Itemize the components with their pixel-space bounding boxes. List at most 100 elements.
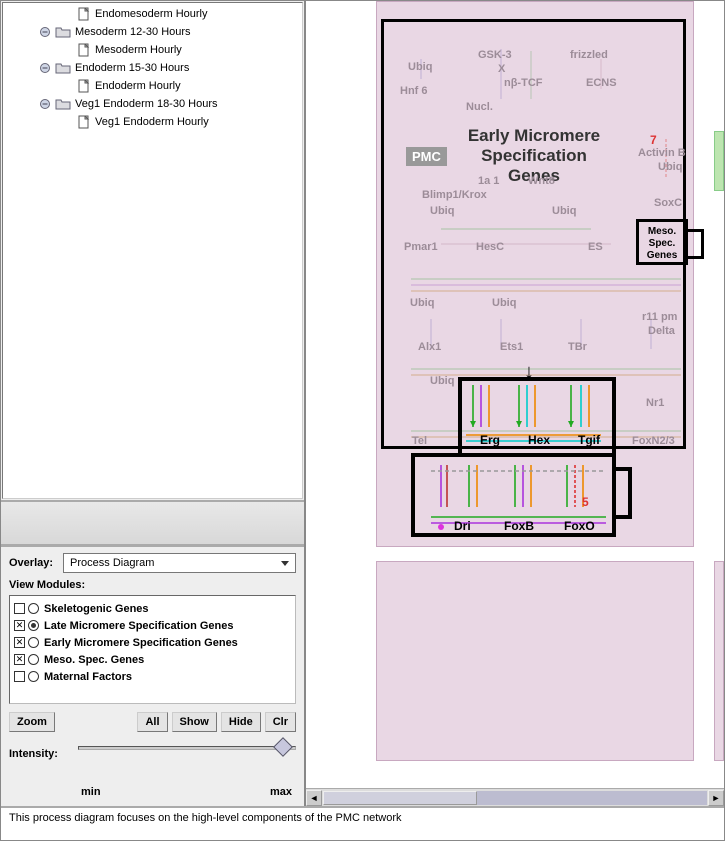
gene-soxc: SoxC — [654, 197, 682, 209]
module-row-early-micromere[interactable]: Early Micromere Specification Genes — [14, 634, 291, 651]
tree-folder-veg1-endoderm[interactable]: Veg1 Endoderm 18-30 Hours — [5, 95, 300, 113]
gene-tbr: TBr — [568, 341, 587, 353]
tree-label: Endoderm 15-30 Hours — [75, 62, 189, 74]
tree-label: Mesoderm Hourly — [95, 44, 182, 56]
meso-spec-box: Meso. Spec. Genes — [636, 219, 688, 265]
toggle-expanded-icon[interactable] — [39, 26, 51, 38]
tree-folder-endoderm[interactable]: Endoderm 15-30 Hours — [5, 59, 300, 77]
diagram-canvas[interactable]: PMC Early Micromere Specification Genes … — [306, 1, 724, 788]
meso-hook — [688, 229, 704, 259]
gene-ecns: ECNS — [586, 77, 617, 89]
button-row: Zoom All Show Hide Clr — [9, 712, 296, 732]
toggle-expanded-icon[interactable] — [39, 98, 51, 110]
gene-gsk3: GSK-3 — [478, 49, 512, 61]
gene-foxn23: FoxN2/3 — [632, 435, 675, 447]
overlay-label: Overlay: — [9, 557, 53, 569]
hide-button[interactable]: Hide — [221, 712, 261, 732]
meso-l2: Spec. — [639, 238, 685, 250]
checkbox[interactable] — [14, 603, 25, 614]
scroll-left-icon[interactable]: ◄ — [306, 790, 322, 806]
folder-icon — [55, 61, 71, 75]
scroll-right-icon[interactable]: ► — [708, 790, 724, 806]
slider-minmax: min max — [9, 786, 296, 798]
tree-leaf-mesoderm-hourly[interactable]: Mesoderm Hourly — [5, 41, 300, 59]
radio[interactable] — [28, 637, 39, 648]
gene-nbtcf: nβ-TCF — [504, 77, 542, 89]
module-label: Early Micromere Specification Genes — [44, 637, 238, 649]
gene-ubiq: Ubiq — [552, 205, 576, 217]
chevron-down-icon — [281, 561, 289, 566]
overlay-row: Overlay: Process Diagram — [9, 553, 296, 573]
toggle-expanded-icon[interactable] — [39, 62, 51, 74]
folder-icon — [55, 97, 71, 111]
focus-hook — [616, 467, 632, 519]
gene-hnf6: Hnf 6 — [400, 85, 428, 97]
tree-label: Mesoderm 12-30 Hours — [75, 26, 191, 38]
diagram-region-right-pink — [714, 561, 724, 761]
checkbox-checked[interactable] — [14, 620, 25, 631]
gene-ets1: Ets1 — [500, 341, 523, 353]
gene-wnt8: Wnt8 — [528, 175, 555, 187]
module-label: Meso. Spec. Genes — [44, 654, 144, 666]
clr-button[interactable]: Clr — [265, 712, 296, 732]
tree-leaf-veg1-endoderm-hourly[interactable]: Veg1 Endoderm Hourly — [5, 113, 300, 131]
gene-tel: Tel — [412, 435, 427, 447]
tree-folder-mesoderm[interactable]: Mesoderm 12-30 Hours — [5, 23, 300, 41]
overlay-value: Process Diagram — [70, 557, 154, 569]
gene-es: ES — [588, 241, 603, 253]
gene-erg: Erg — [480, 433, 500, 447]
gene-nr1: Nr1 — [646, 397, 664, 409]
radio[interactable] — [28, 671, 39, 682]
slider-thumb[interactable] — [273, 737, 293, 757]
gene-ubiq: Ubiq — [492, 297, 516, 309]
checkbox-checked[interactable] — [14, 654, 25, 665]
tree-label: Veg1 Endoderm 18-30 Hours — [75, 98, 217, 110]
slider-track — [78, 746, 296, 750]
intensity-label: Intensity: — [9, 748, 58, 760]
diagram-title-l2: Specification — [404, 146, 664, 166]
gene-hesc: HesC — [476, 241, 504, 253]
tree-view[interactable]: Endomesoderm Hourly Mesoderm 12-30 Hours — [2, 2, 303, 499]
tree-leaf-endoderm-hourly[interactable]: Endoderm Hourly — [5, 77, 300, 95]
view-modules-label: View Modules: — [9, 579, 286, 591]
diagram-title-l1: Early Micromere — [404, 126, 664, 146]
module-row-skeletogenic[interactable]: Skeletogenic Genes — [14, 600, 291, 617]
scroll-thumb[interactable] — [323, 791, 477, 805]
gene-ubiq: Ubiq — [408, 61, 432, 73]
tree-leaf-endomesoderm-hourly[interactable]: Endomesoderm Hourly — [5, 5, 300, 23]
scroll-track[interactable] — [323, 791, 707, 805]
diagram-red-label-7: 7 — [650, 133, 657, 147]
radio[interactable] — [28, 654, 39, 665]
status-bar: This process diagram focuses on the high… — [1, 806, 724, 840]
checkbox[interactable] — [14, 671, 25, 682]
meso-l3: Genes — [639, 250, 685, 262]
zoom-button[interactable]: Zoom — [9, 712, 55, 732]
main-row: Endomesoderm Hourly Mesoderm 12-30 Hours — [1, 1, 724, 806]
intensity-slider[interactable] — [78, 740, 296, 768]
show-button[interactable]: Show — [172, 712, 217, 732]
module-row-late-micromere[interactable]: Late Micromere Specification Genes — [14, 617, 291, 634]
modules-listbox[interactable]: Skeletogenic Genes Late Micromere Specif… — [9, 595, 296, 704]
gene-frizzled: frizzled — [570, 49, 608, 61]
tree-label: Veg1 Endoderm Hourly — [95, 116, 209, 128]
tree-label: Endoderm Hourly — [95, 80, 181, 92]
intensity-row: Intensity: — [9, 740, 296, 768]
gene-tgif: Tgif — [578, 433, 600, 447]
gene-activinb: Activin B — [638, 147, 686, 159]
controls-panel: Overlay: Process Diagram View Modules: S… — [1, 546, 304, 806]
overlay-select[interactable]: Process Diagram — [63, 553, 296, 573]
radio[interactable] — [28, 603, 39, 614]
gene-1a1: 1a 1 — [478, 175, 499, 187]
all-button[interactable]: All — [137, 712, 167, 732]
gene-alx1: Alx1 — [418, 341, 441, 353]
horizontal-scrollbar[interactable]: ◄ ► — [306, 788, 724, 806]
module-row-meso-spec[interactable]: Meso. Spec. Genes — [14, 651, 291, 668]
gene-ubiq: Ubiq — [430, 205, 454, 217]
gene-delta: Delta — [648, 325, 675, 337]
gene-dri: Dri — [454, 519, 471, 533]
gene-ubiq: Ubiq — [658, 161, 682, 173]
module-row-maternal[interactable]: Maternal Factors — [14, 668, 291, 685]
checkbox-checked[interactable] — [14, 637, 25, 648]
radio-selected[interactable] — [28, 620, 39, 631]
tree-label: Endomesoderm Hourly — [95, 8, 208, 20]
